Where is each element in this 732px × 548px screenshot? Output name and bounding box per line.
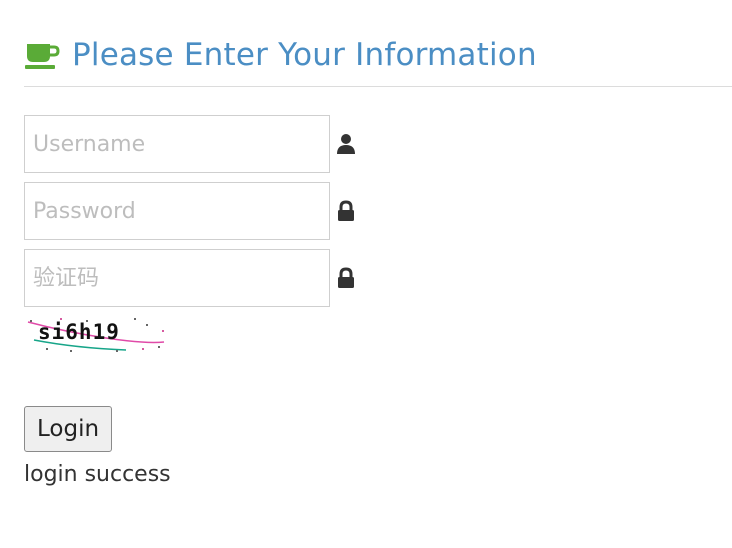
page-header: Please Enter Your Information	[24, 34, 732, 87]
password-row	[24, 182, 356, 240]
coffee-cup-icon	[25, 44, 60, 69]
captcha-text: si6h19	[38, 320, 120, 344]
status-message: login success	[24, 462, 171, 487]
username-row	[24, 115, 356, 173]
user-icon	[337, 134, 355, 154]
page-title: Please Enter Your Information	[72, 37, 537, 73]
username-input[interactable]	[24, 115, 330, 173]
password-input[interactable]	[24, 182, 330, 240]
login-button[interactable]: Login	[24, 406, 113, 452]
captcha-image[interactable]: si6h19	[26, 316, 166, 354]
lock-icon	[338, 200, 354, 221]
captcha-input[interactable]	[24, 249, 330, 307]
captcha-row	[24, 249, 356, 307]
lock-icon	[338, 267, 354, 288]
